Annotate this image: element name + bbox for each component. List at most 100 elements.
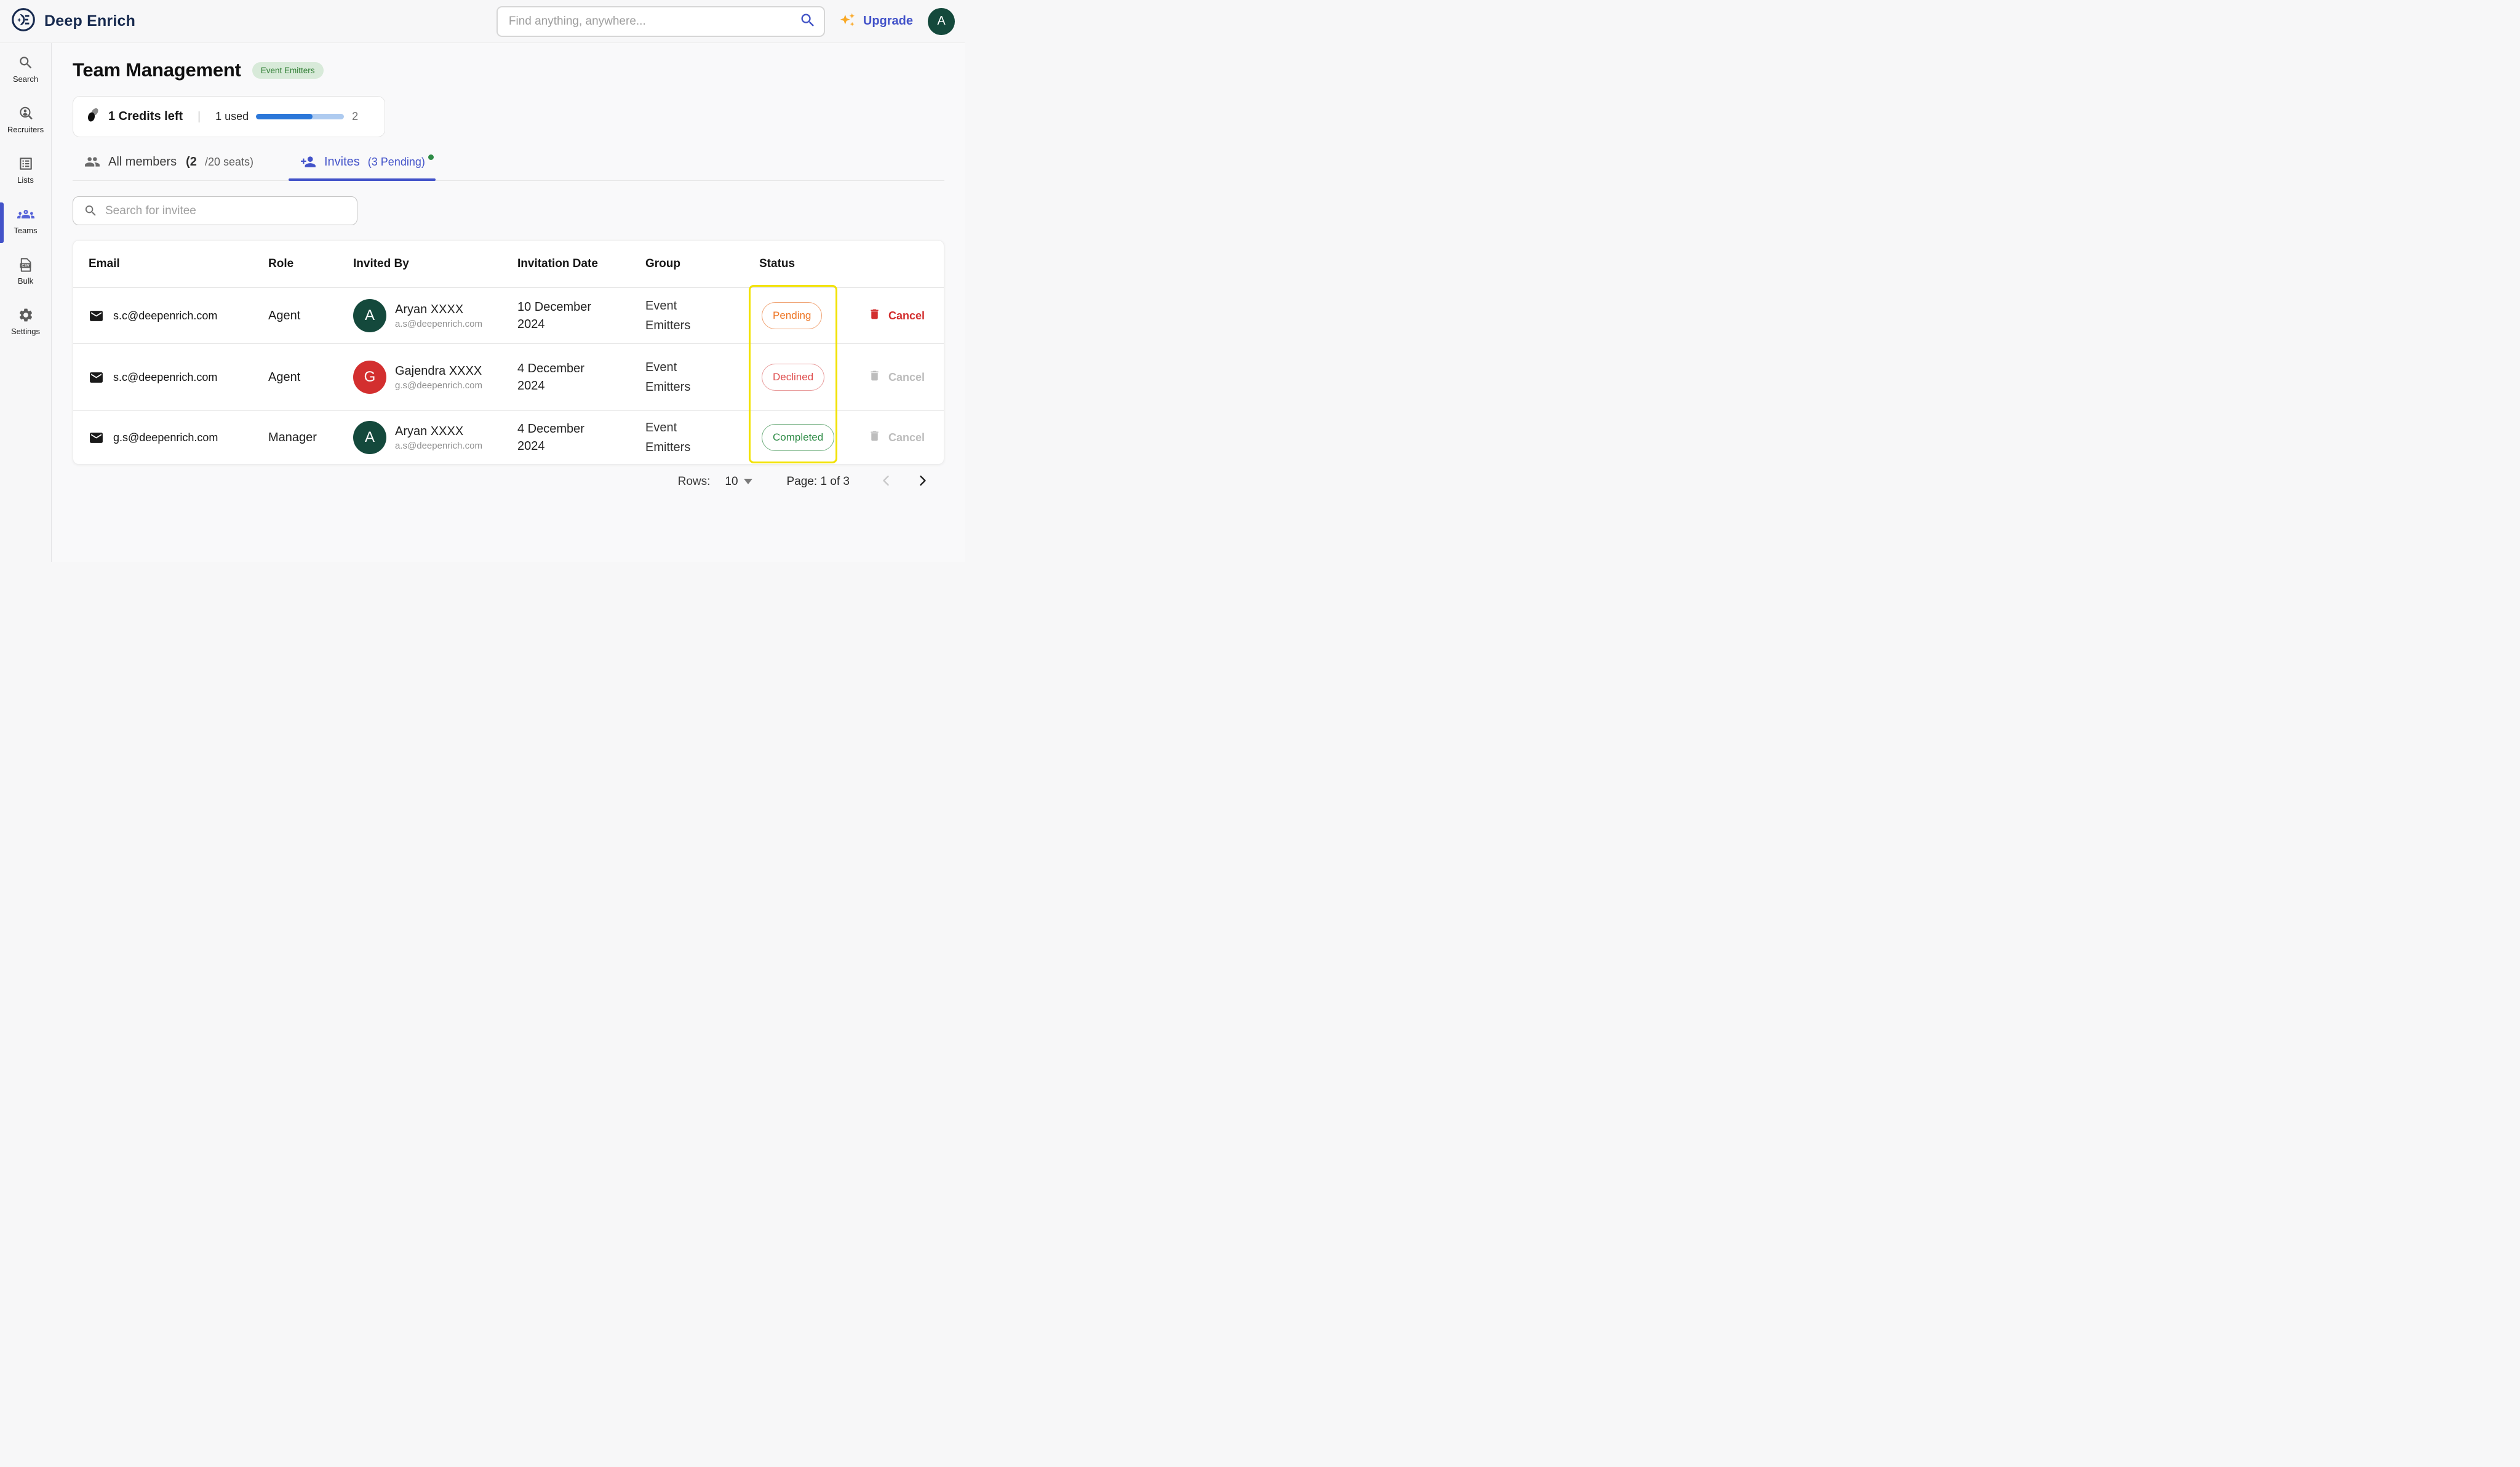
group-cell: Event Emitters [645, 421, 691, 454]
chevron-right-icon [915, 473, 930, 490]
table-row: s.c@deepenrich.com Agent G Gajendra XXXX… [73, 344, 944, 411]
status-badge: Pending [762, 302, 823, 329]
inviter-avatar: A [353, 299, 386, 332]
role-cell: Agent [268, 308, 301, 322]
credits-progress-fill [256, 114, 313, 119]
invitee-email: g.s@deepenrich.com [113, 431, 218, 444]
sidebar-item-teams[interactable]: Teams [0, 202, 51, 257]
brand: Deep Enrich [11, 7, 135, 35]
envelope-icon [89, 430, 104, 446]
invitee-search [73, 196, 357, 225]
column-header-group: Group [645, 257, 680, 270]
role-cell: Agent [268, 370, 301, 384]
sidebar-item-label: Search [12, 74, 39, 84]
cancel-invite-button-disabled: Cancel [868, 430, 944, 446]
people-icon [84, 154, 100, 169]
sidebar-item-label: Lists [17, 175, 34, 185]
group-cell: Event Emitters [645, 361, 691, 394]
page-indicator: Page: 1 of 3 [786, 474, 850, 488]
tab-pending-count: (3 Pending) [367, 155, 425, 168]
inviter-avatar: A [353, 421, 386, 454]
group-cell: Event Emitters [645, 299, 691, 332]
invites-table: Email Role Invited By Invitation Date Gr… [73, 240, 944, 465]
table-row: g.s@deepenrich.com Manager A Aryan XXXX … [73, 411, 944, 464]
email-cell: s.c@deepenrich.com [73, 308, 268, 324]
sidebar-item-settings[interactable]: Settings [0, 307, 51, 358]
email-cell: s.c@deepenrich.com [73, 370, 268, 385]
inviter-email: a.s@deepenrich.com [395, 318, 482, 329]
invitee-email: s.c@deepenrich.com [113, 309, 218, 322]
global-search-button[interactable] [799, 12, 816, 31]
page-header: Team Management Event Emitters [73, 59, 944, 81]
upgrade-button[interactable]: Upgrade [839, 11, 913, 31]
tab-seats-total: /20 seats) [204, 155, 253, 168]
sidebar-item-label: Settings [11, 327, 40, 336]
credits-left-text: 1 Credits left [108, 110, 183, 123]
group-badge: Event Emitters [252, 62, 324, 79]
search-icon [18, 55, 34, 71]
rows-per-page-value: 10 [725, 474, 738, 488]
tab-all-members[interactable]: All members (2 /20 seats) [84, 154, 253, 180]
top-bar: Deep Enrich Upgrade A [0, 0, 965, 43]
person-search-icon [18, 105, 34, 121]
column-header-invitation-date: Invitation Date [517, 257, 598, 270]
credits-total: 2 [352, 110, 359, 122]
user-avatar[interactable]: A [928, 7, 955, 35]
next-page-button[interactable] [915, 473, 930, 490]
sidebar-item-lists[interactable]: Lists [0, 156, 51, 206]
invitee-search-input[interactable] [105, 204, 348, 218]
trash-icon [868, 369, 881, 385]
tab-invites[interactable]: Invites (3 Pending) [288, 154, 436, 181]
status-badge: Completed [762, 424, 835, 451]
tab-label: All members [108, 154, 177, 169]
deep-enrich-logo-icon [11, 7, 36, 35]
sidebar: Search Recruiters Lists Teams CSV Bulk S… [0, 43, 52, 562]
credits-divider: | [197, 110, 201, 123]
person-add-icon [300, 154, 316, 169]
role-cell: Manager [268, 430, 317, 444]
status-cell: Declined [759, 364, 868, 391]
cancel-invite-button[interactable]: Cancel [868, 308, 944, 324]
status-cell: Completed [759, 424, 868, 451]
envelope-icon [89, 308, 104, 324]
table-row: s.c@deepenrich.com Agent A Aryan XXXX a.… [73, 288, 944, 344]
inviter-name: Gajendra XXXX [395, 364, 482, 378]
invitation-date-cell: 4 December 2024 [517, 422, 584, 453]
rows-per-page-select[interactable]: 10 [725, 475, 752, 489]
inviter-name: Aryan XXXX [395, 424, 464, 438]
inviter-name: Aryan XXXX [395, 302, 464, 316]
email-cell: g.s@deepenrich.com [73, 430, 268, 446]
tabs: All members (2 /20 seats) Invites (3 Pen… [73, 154, 944, 181]
trash-icon [868, 430, 881, 446]
search-icon [84, 204, 98, 218]
teams-icon [17, 206, 34, 222]
invited-by-cell: A Aryan XXXX a.s@deepenrich.com [353, 299, 517, 332]
chevron-left-icon [879, 473, 894, 490]
sidebar-item-recruiters[interactable]: Recruiters [0, 105, 51, 156]
column-header-invited-by: Invited By [353, 257, 409, 270]
invitation-date-cell: 4 December 2024 [517, 362, 584, 393]
tab-seats-count: (2 [186, 154, 197, 169]
sidebar-item-bulk[interactable]: CSV Bulk [0, 257, 51, 307]
page-title: Team Management [73, 59, 241, 81]
global-search [496, 6, 825, 37]
pagination: Rows: 10 Page: 1 of 3 [73, 473, 944, 490]
sidebar-item-label: Teams [14, 226, 38, 235]
caret-down-icon [743, 479, 752, 484]
table-header-row: Email Role Invited By Invitation Date Gr… [73, 241, 944, 288]
global-search-input[interactable] [508, 14, 799, 28]
trash-icon [868, 308, 881, 324]
column-header-email: Email [89, 257, 120, 270]
envelope-icon [89, 370, 104, 385]
credits-card: 1 Credits left | 1 used 2 [73, 96, 385, 137]
cancel-label: Cancel [888, 370, 925, 383]
list-icon [18, 156, 34, 172]
search-icon [799, 12, 816, 31]
tab-label: Invites [324, 154, 360, 169]
credits-progress-bar [256, 114, 345, 119]
sidebar-item-search[interactable]: Search [0, 55, 51, 105]
inviter-email: g.s@deepenrich.com [395, 380, 482, 391]
notification-dot [428, 154, 434, 160]
status-badge: Declined [762, 364, 825, 391]
previous-page-button [879, 473, 894, 490]
